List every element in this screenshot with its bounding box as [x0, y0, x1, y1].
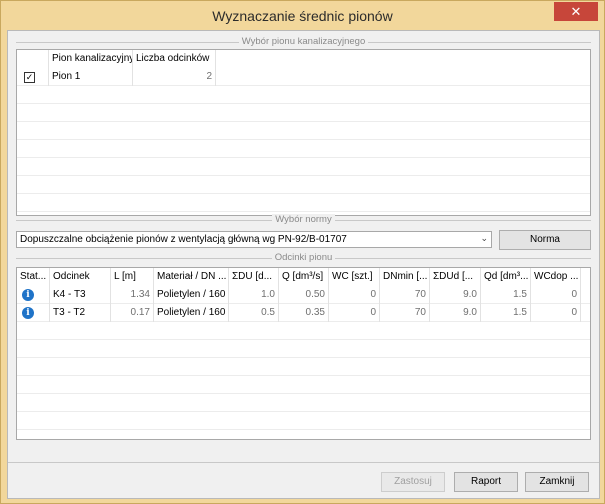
- empty-row: [17, 394, 590, 412]
- dialog-client-area: Wybór pionu kanalizacyjnego Pion kanaliz…: [7, 30, 600, 499]
- odcinek-cell: K4 - T3: [50, 286, 111, 304]
- empty-row: [17, 322, 590, 340]
- empty-row: [17, 340, 590, 358]
- pion-checkbox[interactable]: ✓: [24, 72, 35, 83]
- length-cell: 1.34: [111, 286, 154, 304]
- sdu-cell: 1.0: [229, 286, 279, 304]
- dnmin-cell: 70: [380, 304, 430, 322]
- qd-cell: 1.5: [481, 304, 531, 322]
- odcinek-cell: T3 - T2: [50, 304, 111, 322]
- empty-row: [17, 412, 590, 430]
- empty-row: [17, 158, 590, 176]
- col-sdud[interactable]: ΣDUd [...: [430, 268, 481, 286]
- sdud-cell: 9.0: [430, 286, 481, 304]
- chevron-down-icon[interactable]: ⌄: [480, 233, 488, 244]
- wc-cell: 0: [329, 304, 380, 322]
- pion-row-check-cell: ✓: [17, 68, 49, 86]
- empty-row: [17, 86, 590, 104]
- material-cell: Polietylen / 160: [154, 304, 229, 322]
- table-row[interactable]: i T3 - T2 0.17 Polietylen / 160 0.5 0.35…: [17, 304, 590, 322]
- group-pion: Wybór pionu kanalizacyjnego: [16, 36, 591, 47]
- empty-row: [17, 194, 590, 212]
- footer-divider: [8, 462, 599, 463]
- info-icon: i: [22, 289, 34, 301]
- apply-button[interactable]: Zastosuj: [381, 472, 445, 492]
- group-norma: Wybór normy: [16, 214, 591, 225]
- close-window-button[interactable]: ✕: [554, 2, 598, 21]
- wc-cell: 0: [329, 286, 380, 304]
- empty-row: [17, 140, 590, 158]
- report-button[interactable]: Raport: [454, 472, 518, 492]
- col-status[interactable]: Stat...: [17, 268, 50, 286]
- odcinki-grid-header: Stat... Odcinek L [m] Materiał / DN ... …: [17, 268, 590, 286]
- status-cell: i: [17, 286, 50, 304]
- empty-row: [17, 176, 590, 194]
- wcdop-cell: 0: [531, 286, 581, 304]
- close-icon: ✕: [570, 4, 582, 19]
- q-cell: 0.35: [279, 304, 329, 322]
- group-pion-title: Wybór pionu kanalizacyjnego: [238, 36, 369, 47]
- col-dnmin[interactable]: DNmin [...: [380, 268, 430, 286]
- norma-select-value: Dopuszczalne obciążenie pionów z wentyla…: [20, 234, 347, 245]
- length-cell: 0.17: [111, 304, 154, 322]
- col-material[interactable]: Materiał / DN ...: [154, 268, 229, 286]
- col-sdu[interactable]: ΣDU [d...: [229, 268, 279, 286]
- table-row[interactable]: ✓ Pion 1 2: [17, 68, 590, 86]
- table-row[interactable]: i K4 - T3 1.34 Polietylen / 160 1.0 0.50…: [17, 286, 590, 304]
- col-q[interactable]: Q [dm³/s]: [279, 268, 329, 286]
- pion-count: 2: [133, 68, 216, 86]
- empty-row: [17, 104, 590, 122]
- empty-row: [17, 122, 590, 140]
- dialog-window: Wyznaczanie średnic pionów ✕ Wybór pionu…: [0, 0, 605, 504]
- material-cell: Polietylen / 160: [154, 286, 229, 304]
- window-title: Wyznaczanie średnic pionów: [212, 8, 393, 24]
- norma-select[interactable]: Dopuszczalne obciążenie pionów z wentyla…: [16, 231, 492, 248]
- dnmin-cell: 70: [380, 286, 430, 304]
- qd-cell: 1.5: [481, 286, 531, 304]
- pion-grid[interactable]: Pion kanalizacyjny Liczba odcinków ✓ Pio…: [16, 49, 591, 216]
- pion-grid-header: Pion kanalizacyjny Liczba odcinków: [17, 50, 590, 68]
- col-odcinek[interactable]: Odcinek: [50, 268, 111, 286]
- empty-row: [17, 358, 590, 376]
- col-length[interactable]: L [m]: [111, 268, 154, 286]
- close-button[interactable]: Zamknij: [525, 472, 589, 492]
- pion-name: Pion 1: [49, 68, 133, 86]
- group-odcinki: Odcinki pionu: [16, 252, 591, 263]
- col-wc[interactable]: WC [szt.]: [329, 268, 380, 286]
- pion-col-name[interactable]: Pion kanalizacyjny: [49, 50, 133, 68]
- pion-col-check: [17, 50, 49, 68]
- col-qd[interactable]: Qd [dm³...: [481, 268, 531, 286]
- norma-button[interactable]: Norma: [499, 230, 591, 250]
- sdud-cell: 9.0: [430, 304, 481, 322]
- title-bar[interactable]: Wyznaczanie średnic pionów ✕: [1, 1, 604, 31]
- col-wcdop[interactable]: WCdop ...: [531, 268, 581, 286]
- q-cell: 0.50: [279, 286, 329, 304]
- odcinki-grid[interactable]: Stat... Odcinek L [m] Materiał / DN ... …: [16, 267, 591, 440]
- group-odcinki-title: Odcinki pionu: [271, 252, 336, 263]
- empty-row: [17, 376, 590, 394]
- sdu-cell: 0.5: [229, 304, 279, 322]
- group-norma-title: Wybór normy: [272, 214, 335, 225]
- pion-col-count[interactable]: Liczba odcinków: [133, 50, 216, 68]
- info-icon: i: [22, 307, 34, 319]
- wcdop-cell: 0: [531, 304, 581, 322]
- status-cell: i: [17, 304, 50, 322]
